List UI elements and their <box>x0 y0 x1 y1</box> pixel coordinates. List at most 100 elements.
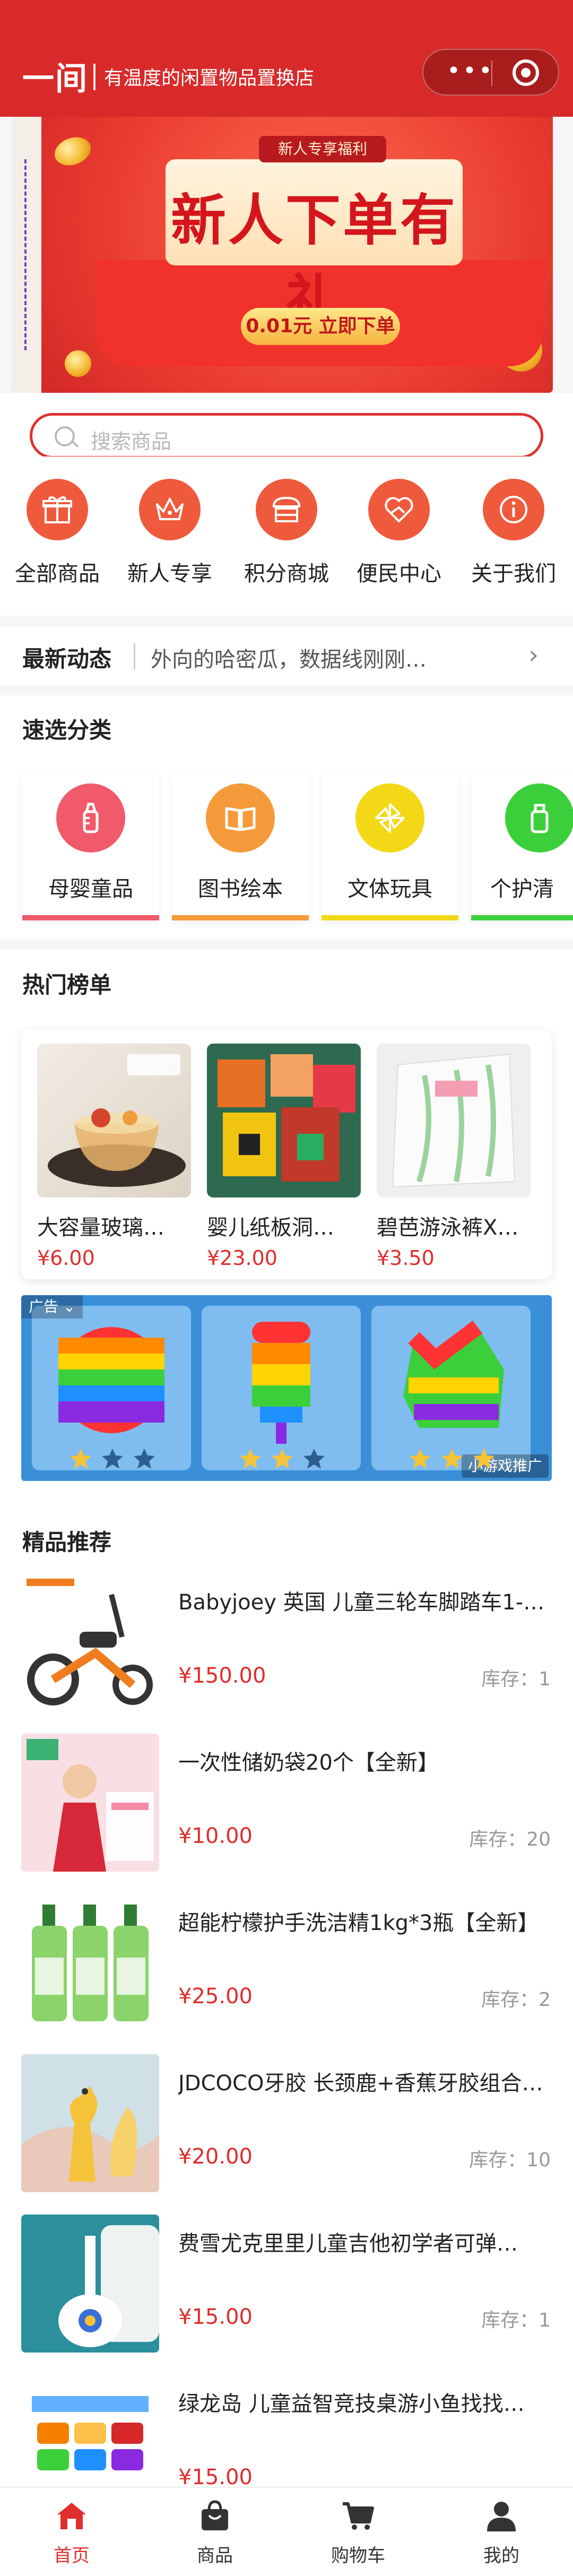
cart-icon <box>343 2502 374 2530</box>
hot-item-name: 碧芭游泳裤X… <box>377 1216 519 1240</box>
product-name: 超能柠檬护手洗洁精1kg*3瓶【全新】 <box>178 1911 539 1935</box>
product-name: JDCOCO牙胶 长颈鹿+香蕉牙胶组合… <box>178 2071 543 2096</box>
user-icon <box>487 2502 516 2531</box>
category-item-maternal[interactable]: 母婴童品 <box>22 773 159 920</box>
hot-item-price: ¥6.00 <box>37 1246 95 1270</box>
category-item-books[interactable]: 图书绘本 <box>172 773 309 920</box>
shop-icon <box>256 479 317 540</box>
product-stock: 库存：20 <box>469 1829 551 1850</box>
product-price: ¥10.00 <box>178 1824 253 1848</box>
category-item-personal-care[interactable]: 个护清 <box>471 773 573 920</box>
product-stock: 库存：1 <box>481 2310 551 2331</box>
news-label: 最新动态 <box>22 646 112 672</box>
tab-mine[interactable]: 我的 <box>430 2488 573 2576</box>
shortcut-service-center[interactable]: 便民中心 <box>346 479 452 587</box>
game-ad-banner[interactable]: 广告 ⌄ 小游戏推广 <box>21 1295 552 1481</box>
hot-item-name: 婴儿纸板洞… <box>207 1216 334 1240</box>
news-ticker[interactable]: 最新动态 外向的哈密瓜，数据线刚刚… › <box>0 626 573 685</box>
product-image <box>37 1044 191 1197</box>
product-name: 一次性储奶袋20个【全新】 <box>178 1751 439 1775</box>
hot-item[interactable]: 婴儿纸板洞… ¥23.00 <box>207 1044 361 1270</box>
tab-home[interactable]: 首页 <box>0 2488 143 2576</box>
star-icon <box>441 1449 463 1469</box>
gold-coin-icon <box>65 350 91 377</box>
product-image <box>21 1734 159 1872</box>
product-item[interactable]: 一次性储奶袋20个【全新】 ¥10.00 库存：20 <box>0 1720 573 1881</box>
star-icon <box>272 1449 293 1469</box>
ad-tile[interactable] <box>32 1306 191 1470</box>
product-price: ¥15.00 <box>178 2305 253 2329</box>
pinwheel-icon <box>355 783 424 852</box>
star-icon <box>134 1449 155 1469</box>
recommend-title: 精品推荐 <box>22 1529 112 1555</box>
product-item[interactable]: 费雪尤克里里儿童吉他初学者可弹… ¥15.00 库存：1 <box>0 2201 573 2362</box>
product-image <box>21 2054 159 2192</box>
star-icon <box>473 1449 494 1469</box>
product-name: 费雪尤克里里儿童吉他初学者可弹… <box>178 2232 518 2256</box>
search-input[interactable]: 搜索商品 <box>30 413 543 459</box>
shortcut-all-products[interactable]: 全部商品 <box>4 479 110 587</box>
star-icon <box>102 1449 123 1469</box>
banner-order-button[interactable]: 0.01元 立即下单 <box>241 308 400 345</box>
shortcut-grid: 全部商品 新人专享 积分商城 便民中心 关于我们 <box>0 456 573 616</box>
hot-item-price: ¥23.00 <box>207 1246 277 1270</box>
app-header: 一间 有温度的闲置物品置换店 ••• <box>0 0 573 117</box>
star-icon <box>240 1449 261 1469</box>
product-image <box>207 1044 361 1197</box>
hot-list-card: 大容量玻璃… ¥6.00 婴儿纸板洞… ¥23.00 碧芭游泳裤X… ¥3.50 <box>21 1030 552 1279</box>
product-item[interactable]: Babyjoey 英国 儿童三轮车脚踏车1-… ¥150.00 库存：1 <box>0 1560 573 1721</box>
product-stock: 库存：10 <box>469 2149 551 2171</box>
brand-title: 一间 <box>22 61 88 98</box>
shortcut-newcomer[interactable]: 新人专享 <box>117 479 223 587</box>
product-name: 绿龙岛 儿童益智竞技桌游小鱼找找… <box>178 2392 525 2416</box>
category-item-toys[interactable]: 文体玩具 <box>322 773 458 920</box>
product-image <box>21 1894 159 2032</box>
tab-cart[interactable]: 购物车 <box>286 2488 430 2576</box>
product-name: Babyjoey 英国 儿童三轮车脚踏车1-… <box>178 1590 545 1615</box>
bottom-tab-bar: 首页 商品 购物车 我的 <box>0 2487 573 2576</box>
book-icon <box>206 783 275 852</box>
shortcut-points-mall[interactable]: 积分商城 <box>233 479 340 587</box>
product-item[interactable]: JDCOCO牙胶 长颈鹿+香蕉牙胶组合… ¥20.00 库存：10 <box>0 2040 573 2202</box>
banner-tag: 新人专享福利 <box>259 136 386 162</box>
star-icon <box>303 1449 325 1469</box>
hot-item-name: 大容量玻璃… <box>37 1216 164 1240</box>
close-miniprogram-icon[interactable] <box>513 59 539 86</box>
more-menu-icon[interactable]: ••• <box>447 55 494 87</box>
ad-tile[interactable] <box>371 1306 531 1470</box>
product-item[interactable]: 超能柠檬护手洗洁精1kg*3瓶【全新】 ¥25.00 库存：2 <box>0 1880 573 2041</box>
ad-badge[interactable]: 广告 ⌄ <box>21 1295 83 1319</box>
tab-products[interactable]: 商品 <box>143 2488 286 2576</box>
product-price: ¥15.00 <box>178 2465 253 2489</box>
news-text: 外向的哈密瓜，数据线刚刚… <box>151 648 427 672</box>
promo-banner[interactable]: 新人专享福利 新人下单有礼 0.01元 立即下单 <box>12 117 553 393</box>
capsule-divider <box>491 61 492 86</box>
product-image <box>377 1044 531 1197</box>
hot-title: 热门榜单 <box>22 972 112 998</box>
brand-slogan: 有温度的闲置物品置换店 <box>104 67 315 89</box>
search-icon <box>55 426 75 446</box>
heart-hand-icon <box>368 479 430 540</box>
gift-icon <box>27 479 88 540</box>
hot-item[interactable]: 大容量玻璃… ¥6.00 <box>37 1044 191 1270</box>
product-price: ¥25.00 <box>178 1984 253 2009</box>
info-icon <box>483 479 544 540</box>
product-image <box>21 1573 159 1711</box>
bottle-icon <box>505 783 573 852</box>
ad-tile[interactable] <box>202 1306 361 1470</box>
banner-side-strip <box>12 117 41 393</box>
bag-icon <box>202 2500 228 2530</box>
category-title: 速选分类 <box>22 717 112 743</box>
mini-program-capsule: ••• <box>422 49 559 96</box>
product-stock: 库存：2 <box>481 1989 551 2011</box>
baby-bottle-icon <box>56 783 125 852</box>
hot-item[interactable]: 碧芭游泳裤X… ¥3.50 <box>377 1044 531 1270</box>
shortcut-about-us[interactable]: 关于我们 <box>461 479 567 587</box>
product-price: ¥150.00 <box>178 1664 266 1688</box>
chevron-right-icon: › <box>528 640 539 670</box>
product-image <box>21 2215 159 2353</box>
home-icon <box>57 2503 86 2529</box>
crown-icon <box>139 479 201 540</box>
brand-divider <box>93 64 96 90</box>
product-price: ¥20.00 <box>178 2144 253 2169</box>
